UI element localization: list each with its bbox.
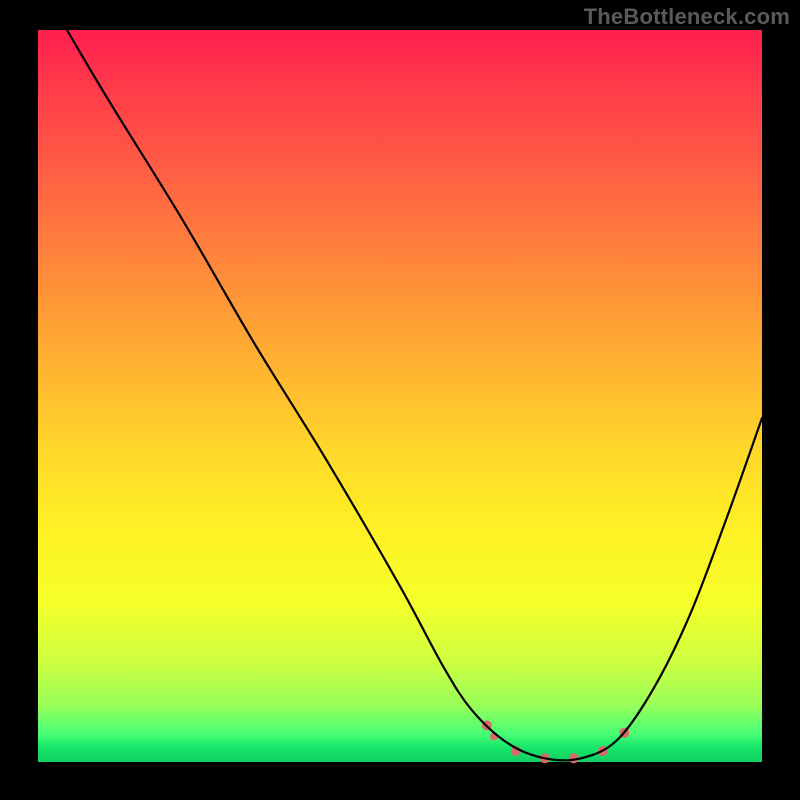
plot-area [38, 30, 762, 762]
chart-svg [38, 30, 762, 762]
bottleneck-curve [67, 30, 762, 760]
watermark-text: TheBottleneck.com [584, 4, 790, 30]
chart-frame: TheBottleneck.com [0, 0, 800, 800]
